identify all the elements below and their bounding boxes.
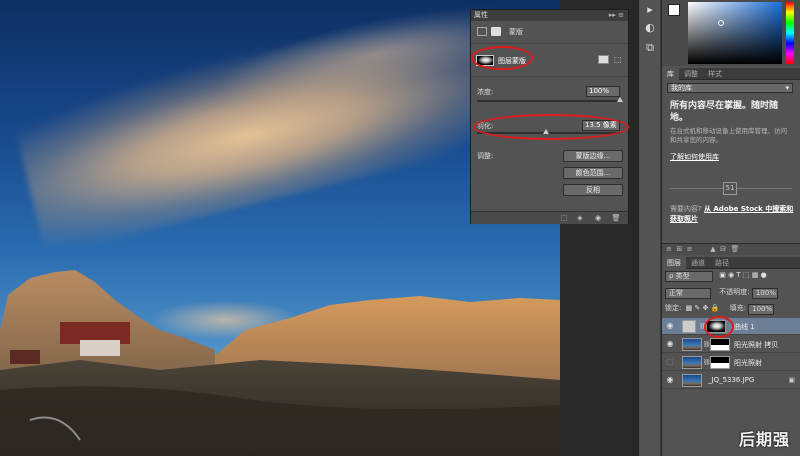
eye-icon[interactable]: ◉ — [665, 339, 675, 349]
collapse-arrow-icon[interactable]: ▸ — [642, 2, 658, 18]
tab-library[interactable]: 库 — [662, 68, 679, 80]
visibility-icon[interactable]: ◉ — [593, 214, 603, 223]
watermark: 后期强 — [738, 430, 790, 449]
layer-thumbnail — [682, 338, 702, 351]
fill-label: 填充: — [729, 304, 746, 312]
color-range-button[interactable]: 颜色范围... — [563, 167, 623, 179]
layer-name[interactable]: _JQ_5336.JPG — [708, 376, 754, 384]
delete-mask-icon[interactable]: 🗑 — [611, 214, 621, 223]
library-stock-text: 需要内容? 从 Adobe Stock 中搜索和获取照片 — [670, 204, 796, 224]
tools-column: ▸ ◐ ⧉ — [638, 0, 660, 456]
annotation-circle-layer-mask — [704, 316, 734, 338]
color-picker-cursor[interactable] — [718, 20, 724, 26]
eye-icon[interactable]: ◉ — [665, 375, 675, 385]
fill-field[interactable]: 100% — [748, 304, 775, 315]
blend-mode-select[interactable]: 正常 — [665, 288, 711, 299]
add-vector-mask-icon[interactable]: ⬚ — [614, 55, 622, 64]
apply-mask-icon[interactable]: ◈ — [575, 214, 585, 223]
properties-subheader: 蒙版 — [475, 25, 625, 39]
eye-icon[interactable]: ◉ — [665, 321, 675, 331]
eye-hidden-icon[interactable]: □ — [665, 357, 675, 367]
smart-object-icon: ▣ — [788, 376, 795, 384]
layer-filter-select[interactable]: ρ 类型 — [665, 271, 713, 282]
clone-source-icon[interactable]: ⧉ — [642, 40, 658, 56]
color-picker-panel — [662, 0, 800, 66]
lock-row: 锁定: ▩ ✎ ✥ 🔒 填充: 100% — [665, 304, 798, 315]
invert-button[interactable]: 反相 — [563, 184, 623, 196]
properties-title: 属性 — [474, 11, 488, 19]
properties-panel: 属性 ▸▸ ≡ 蒙版 图层蒙版 ⬚ 浓度: 100% 羽化: 13.5 像素 调… — [470, 9, 629, 224]
layer-row-background[interactable]: ◉ _JQ_5336.JPG ▣ — [662, 372, 800, 389]
color-saturation-field[interactable] — [688, 2, 782, 64]
layer-thumbnail — [682, 356, 702, 369]
tab-styles[interactable]: 样式 — [703, 68, 727, 80]
layer-mask-thumbnail[interactable] — [710, 338, 730, 351]
chevron-down-icon: ▾ — [785, 84, 789, 92]
layer-row-sun[interactable]: □ ⛓ 阳光照射 — [662, 354, 800, 371]
library-headline: 所有内容尽在掌握。随时随地。 — [670, 101, 779, 123]
density-slider-handle[interactable] — [617, 97, 623, 102]
tab-adjustments[interactable]: 调整 — [679, 68, 703, 80]
add-pixel-mask-icon[interactable] — [598, 55, 609, 64]
mask-icon[interactable] — [491, 27, 501, 36]
density-slider[interactable] — [477, 97, 623, 102]
stock-icon: 51 — [723, 182, 737, 195]
library-panel: 我的库 ▾ 所有内容尽在掌握。随时随地。 在台式机和移动设备上使用库管理、访问和… — [662, 80, 800, 242]
hue-slider[interactable] — [786, 2, 794, 64]
properties-sub-label: 蒙版 — [509, 28, 523, 36]
library-select-value: 我的库 — [671, 84, 692, 92]
density-label: 浓度: — [477, 88, 494, 96]
panel-menu-icon[interactable]: ▸▸ ≡ — [609, 10, 624, 21]
layer-filter-icons[interactable]: ▣ ◉ T ⬚ ▦ ● — [719, 271, 766, 279]
opacity-field[interactable]: 100% — [751, 288, 778, 299]
blend-row: 正常 不透明度: 100% — [665, 288, 798, 299]
properties-header[interactable]: 属性 ▸▸ ≡ — [471, 10, 628, 21]
annotation-circle-mask — [471, 46, 533, 70]
foreground-color-swatch[interactable] — [668, 4, 680, 16]
curves-adjustment-icon — [682, 320, 696, 333]
annotation-circle-feather — [473, 114, 629, 140]
density-field[interactable]: 100% — [586, 86, 620, 97]
color-panel-icon[interactable]: ◐ — [642, 20, 658, 36]
layer-name[interactable]: 阳光照射 拷贝 — [734, 340, 778, 350]
layer-name[interactable]: 阳光照射 — [734, 358, 762, 368]
layer-thumbnail — [682, 374, 702, 387]
stock-prefix: 需要内容? — [670, 205, 702, 213]
right-panels: 库 调整 样式 我的库 ▾ 所有内容尽在掌握。随时随地。 在台式机和移动设备上使… — [661, 0, 800, 456]
properties-footer: ⬚ ◈ ◉ 🗑 — [471, 211, 628, 224]
library-description: 在台式机和移动设备上使用库管理、访问和共享您的内容。 — [670, 127, 787, 144]
library-tabbar: 库 调整 样式 — [662, 68, 800, 80]
library-toolbar: ≡ ⊞ ≡ ▲ ⊟ 🗑 — [662, 243, 800, 255]
layer-row-sun-copy[interactable]: ◉ ⛓ 阳光照射 拷贝 — [662, 336, 800, 353]
mask-edge-button[interactable]: 蒙版边缘... — [563, 150, 623, 162]
lock-icons[interactable]: ▩ ✎ ✥ 🔒 — [686, 304, 720, 312]
load-selection-icon[interactable]: ⬚ — [559, 214, 569, 223]
adjust-label: 调整: — [477, 152, 494, 160]
layer-name[interactable]: 曲线 1 — [734, 322, 755, 332]
lock-label: 锁定: — [665, 304, 682, 312]
library-toolbar-icons[interactable]: ≡ ⊞ ≡ ▲ ⊟ 🗑 — [666, 245, 739, 253]
library-select[interactable]: 我的库 ▾ — [667, 83, 793, 93]
opacity-label: 不透明度: — [719, 288, 750, 296]
adjustment-icon[interactable] — [477, 27, 487, 36]
learn-library-link[interactable]: 了解如何使用库 — [670, 152, 719, 162]
layer-filter-row: ρ 类型 ▣ ◉ T ⬚ ▦ ● — [665, 271, 798, 282]
layer-mask-thumbnail[interactable] — [710, 356, 730, 369]
